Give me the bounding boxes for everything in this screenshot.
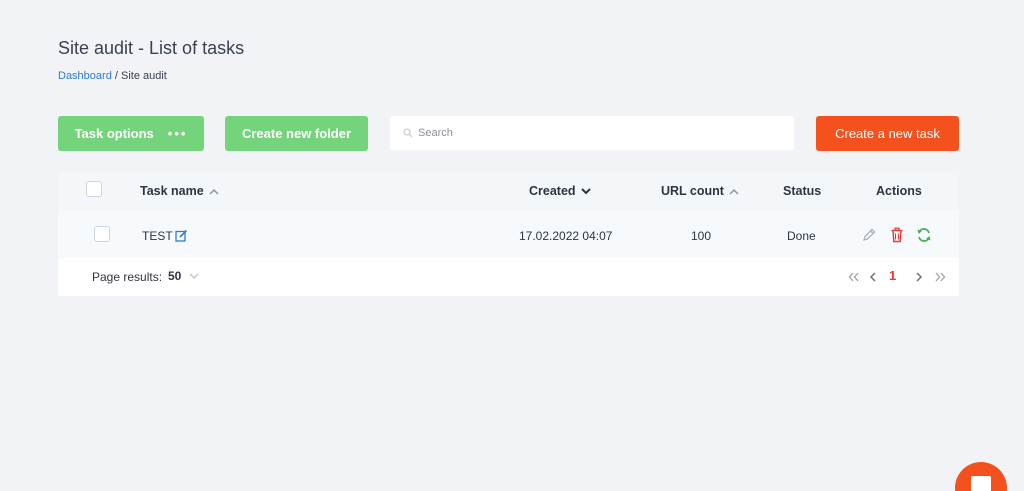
- select-all-checkbox[interactable]: [86, 181, 102, 197]
- edit-name-icon[interactable]: [175, 229, 188, 247]
- more-dots-icon: •••: [167, 126, 188, 141]
- create-task-label: Create a new task: [835, 126, 940, 141]
- chevron-up-icon: [729, 184, 739, 198]
- task-options-label: Task options: [74, 126, 154, 141]
- row-checkbox[interactable]: [94, 226, 110, 242]
- last-page-icon[interactable]: [934, 270, 946, 285]
- search-icon: [398, 128, 418, 138]
- table-header: Task name Created URL count Status Actio…: [58, 172, 959, 210]
- column-header-actions: Actions: [876, 184, 922, 198]
- chat-icon: [971, 476, 991, 491]
- first-page-icon[interactable]: [848, 270, 860, 285]
- task-name-header-label: Task name: [140, 184, 204, 198]
- column-header-created[interactable]: Created: [529, 184, 591, 198]
- table-row: TEST 17.02.2022 04:07 100 Done: [58, 210, 959, 258]
- page-title: Site audit - List of tasks: [58, 38, 245, 58]
- create-folder-button[interactable]: Create new folder: [225, 116, 368, 151]
- column-header-task-name[interactable]: Task name: [140, 184, 219, 198]
- chevron-down-icon: [580, 184, 591, 198]
- table-footer: Page results: 50 1: [58, 258, 959, 296]
- page-size-value: 50: [168, 269, 182, 283]
- search-box: [390, 116, 794, 150]
- breadcrumb-current: Site audit: [121, 70, 167, 82]
- page-results-label: Page results:: [92, 270, 163, 284]
- url-count-cell: 100: [691, 229, 712, 243]
- created-header-label: Created: [529, 184, 576, 198]
- column-header-status: Status: [783, 184, 821, 198]
- refresh-icon[interactable]: [916, 227, 932, 248]
- next-page-icon[interactable]: [915, 270, 923, 285]
- column-header-url-count[interactable]: URL count: [661, 184, 739, 198]
- create-task-button[interactable]: Create a new task: [816, 116, 959, 151]
- breadcrumb-dashboard-link[interactable]: Dashboard: [58, 70, 112, 82]
- breadcrumb-separator: /: [111, 70, 121, 82]
- create-folder-label: Create new folder: [241, 126, 352, 141]
- created-cell: 17.02.2022 04:07: [519, 229, 613, 243]
- tasks-table: Task name Created URL count Status Actio…: [58, 172, 959, 296]
- page-size-select[interactable]: 50: [168, 269, 199, 283]
- task-options-button[interactable]: Task options •••: [58, 116, 204, 151]
- pencil-icon[interactable]: [861, 227, 877, 248]
- actions-header-label: Actions: [876, 184, 922, 198]
- chevron-up-icon: [209, 184, 219, 198]
- url-count-header-label: URL count: [661, 184, 724, 198]
- status-header-label: Status: [783, 184, 822, 198]
- breadcrumb: Dashboard / Site audit: [58, 70, 167, 82]
- chat-widget-button[interactable]: [955, 462, 1007, 491]
- status-cell: Done: [787, 229, 816, 243]
- page-number-current[interactable]: 1: [889, 268, 896, 283]
- chevron-down-icon: [189, 269, 199, 283]
- prev-page-icon[interactable]: [869, 270, 877, 285]
- task-name-cell[interactable]: TEST: [142, 229, 173, 243]
- trash-icon[interactable]: [890, 227, 904, 248]
- search-input[interactable]: [418, 127, 778, 139]
